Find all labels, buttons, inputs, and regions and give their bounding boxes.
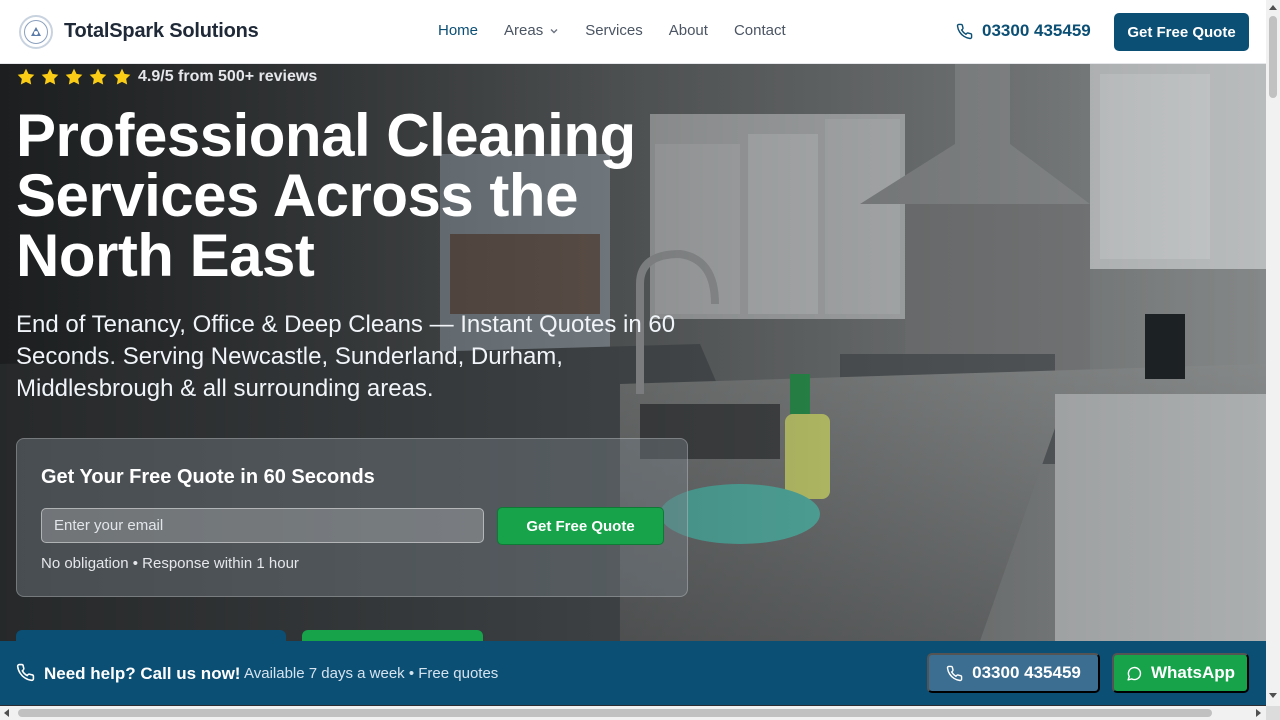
- hero-title-line: North East: [16, 222, 315, 289]
- nav-item-contact[interactable]: Contact: [734, 22, 786, 39]
- scrollbar-corner: [1266, 706, 1280, 720]
- header-quote-button[interactable]: Get Free Quote: [1114, 13, 1249, 51]
- nav-item-label: Home: [438, 22, 479, 39]
- whatsapp-label: WhatsApp: [1150, 663, 1236, 682]
- horizontal-scrollbar[interactable]: [0, 706, 1266, 720]
- quote-form-card: Get Your Free Quote in 60 Seconds Get Fr…: [16, 438, 688, 597]
- brand-name[interactable]: TotalSpark Solutions: [64, 20, 259, 43]
- company-logo[interactable]: [19, 15, 53, 49]
- quote-form-title: Get Your Free Quote in 60 Seconds: [41, 466, 375, 488]
- hero-subtitle-line: End of Tenancy, Office & Deep Cleans — I…: [16, 311, 676, 338]
- hero-subtitle-line: Middlesbrough & all surrounding areas.: [16, 375, 434, 402]
- hero-title-line: Services Across the: [16, 162, 578, 229]
- hero-title: Professional Cleaning Services Across th…: [16, 106, 696, 286]
- hero-subtitle-line: Seconds. Serving Newcastle, Sunderland, …: [16, 343, 563, 370]
- phone-icon: [16, 663, 35, 682]
- email-input[interactable]: [41, 508, 484, 543]
- rating-row: 4.9/5 from 500+ reviews: [16, 67, 317, 87]
- nav-item-about[interactable]: About: [669, 22, 708, 39]
- nav-item-label: Areas: [504, 22, 544, 39]
- hero-primary-button[interactable]: [16, 630, 286, 641]
- star-icon: [17, 68, 35, 85]
- quote-submit-button[interactable]: Get Free Quote: [497, 507, 664, 545]
- star-icon: [113, 68, 131, 85]
- vertical-scrollbar[interactable]: [1266, 0, 1280, 706]
- site-header: TotalSpark Solutions Home Areas Services…: [0, 0, 1266, 64]
- nav-item-services[interactable]: Services: [585, 22, 643, 39]
- help-bar-phone-label: 03300 435459: [972, 663, 1081, 682]
- hero-secondary-button[interactable]: [302, 630, 483, 641]
- logo-emblem: [24, 20, 48, 44]
- horizontal-scroll-thumb[interactable]: [18, 709, 1212, 717]
- logo-mark-icon: [31, 27, 41, 36]
- scroll-up-arrow-icon[interactable]: [1269, 5, 1277, 10]
- phone-icon: [946, 665, 963, 681]
- hero-title-line: Professional Cleaning: [16, 102, 636, 169]
- nav-item-label: Services: [585, 22, 643, 39]
- hero-subtitle: End of Tenancy, Office & Deep Cleans — I…: [16, 309, 706, 405]
- help-bar-call-button[interactable]: 03300 435459: [927, 653, 1100, 693]
- help-bar: Need help? Call us now! Available 7 days…: [0, 641, 1266, 705]
- scroll-left-arrow-icon[interactable]: [4, 709, 9, 717]
- chevron-down-icon: [549, 26, 559, 36]
- header-phone-number: 03300 435459: [982, 21, 1091, 40]
- star-icon: [65, 68, 83, 85]
- rating-text: 4.9/5 from 500+ reviews: [138, 68, 318, 85]
- header-phone-link[interactable]: 03300 435459: [956, 21, 1091, 41]
- phone-icon: [956, 23, 973, 39]
- vertical-scroll-thumb[interactable]: [1269, 16, 1277, 98]
- whatsapp-icon: [1127, 666, 1142, 681]
- nav-item-label: About: [668, 22, 708, 39]
- help-bar-subtitle: Available 7 days a week • Free quotes: [244, 665, 499, 682]
- main-nav: Home Areas Services About Contact: [438, 22, 812, 39]
- star-icon: [89, 68, 107, 85]
- nav-item-home[interactable]: Home: [438, 22, 478, 39]
- nav-item-areas[interactable]: Areas: [504, 22, 559, 39]
- help-bar-title: Need help? Call us now!: [44, 664, 241, 683]
- scroll-right-arrow-icon[interactable]: [1256, 709, 1261, 717]
- whatsapp-button[interactable]: WhatsApp: [1112, 653, 1249, 693]
- nav-item-label: Contact: [733, 22, 786, 39]
- hero-section: 4.9/5 from 500+ reviews Professional Cle…: [0, 64, 1266, 641]
- scroll-down-arrow-icon[interactable]: [1269, 693, 1277, 698]
- star-icon: [41, 68, 59, 85]
- quote-form-note: No obligation • Response within 1 hour: [41, 555, 299, 572]
